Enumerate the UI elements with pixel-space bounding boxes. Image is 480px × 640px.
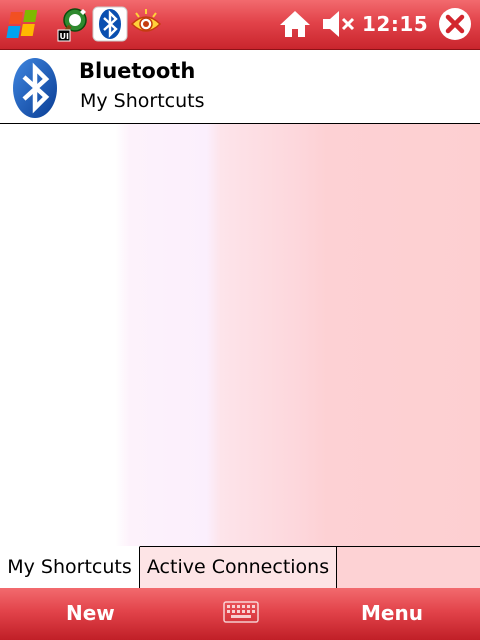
close-icon[interactable] <box>437 6 473 42</box>
speaker-muted-icon[interactable] <box>320 6 356 42</box>
new-button[interactable]: New <box>66 601 115 625</box>
app-header: Bluetooth My Shortcuts <box>0 50 480 124</box>
tab-strip: My Shortcuts Active Connections <box>0 546 480 588</box>
menu-button[interactable]: Menu <box>361 601 423 625</box>
page-subtitle: My Shortcuts <box>80 90 205 112</box>
bluetooth-tray-icon[interactable] <box>92 6 128 42</box>
softkey-bar: New Menu <box>0 588 480 640</box>
page-title: Bluetooth <box>79 59 196 83</box>
tab-my-shortcuts[interactable]: My Shortcuts <box>0 546 140 588</box>
network-status-icon[interactable]: UI <box>56 6 92 42</box>
bluetooth-icon <box>12 57 58 119</box>
keyboard-icon[interactable] <box>223 600 259 624</box>
status-bar: UI 12:15 <box>0 0 480 50</box>
windows-start-icon[interactable] <box>4 6 40 42</box>
eye-tray-icon[interactable] <box>128 6 164 42</box>
status-time[interactable]: 12:15 <box>362 12 428 36</box>
shortcuts-list-area[interactable] <box>0 124 480 546</box>
home-icon[interactable] <box>277 6 313 42</box>
tab-active-connections[interactable]: Active Connections <box>140 546 337 588</box>
svg-text:UI: UI <box>60 32 69 41</box>
